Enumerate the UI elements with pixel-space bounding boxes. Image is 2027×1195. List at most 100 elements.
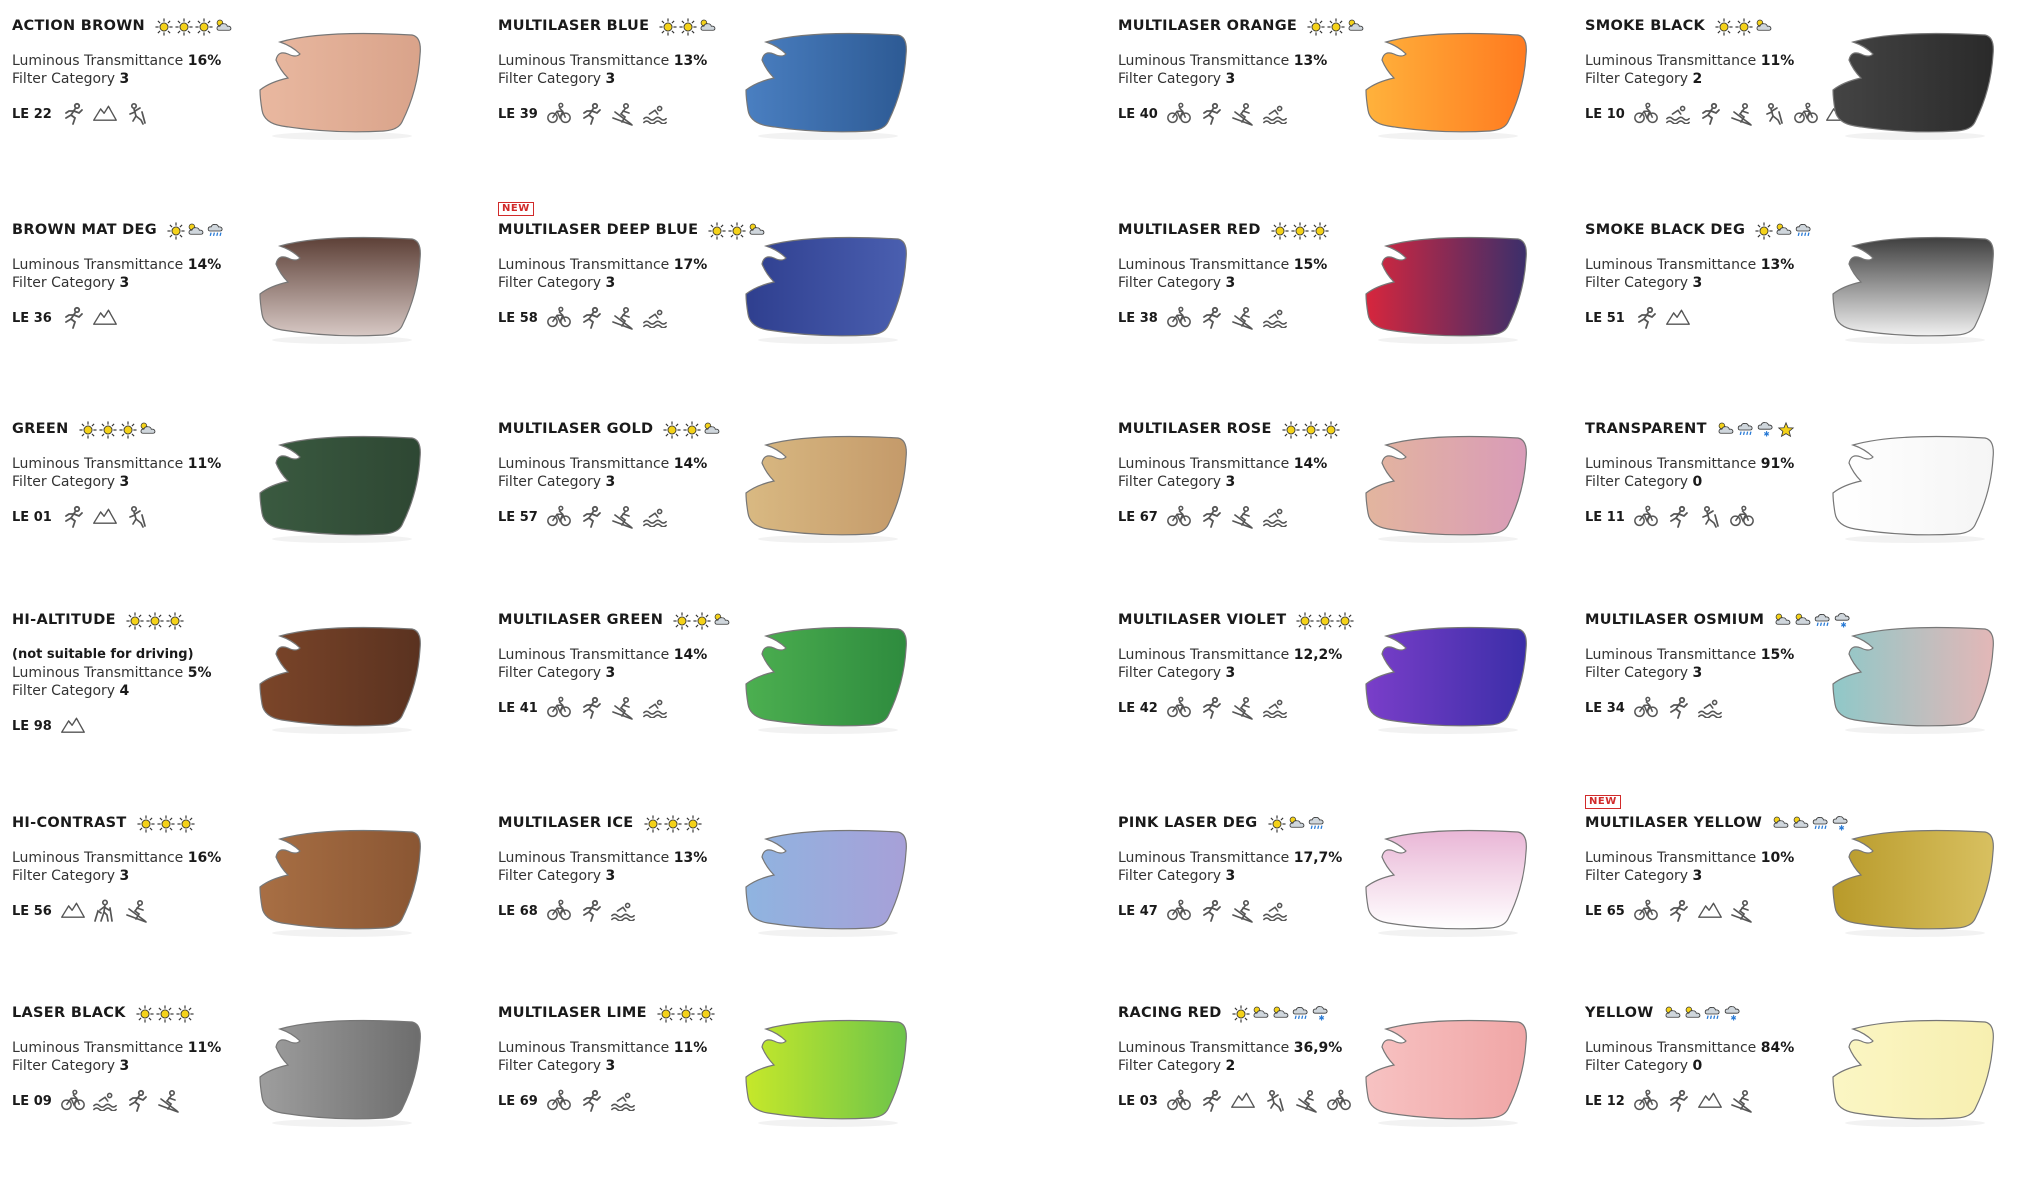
weather-conditions — [643, 815, 702, 833]
bike-icon — [1633, 1089, 1659, 1113]
lens-card[interactable]: LASER BLACK Luminous Transmittance 11% Fil… — [12, 1005, 482, 1195]
fc-value: 3 — [1225, 665, 1236, 681]
lens-card[interactable]: PINK LASER DEG Luminous Transmittance 17,… — [1118, 815, 1588, 1005]
lens-card[interactable]: MULTILASER OSMIUM ✱ Luminous Transmittance… — [1585, 612, 2027, 802]
climb-icon — [124, 505, 150, 529]
run-icon — [1665, 696, 1691, 720]
lens-image — [259, 435, 421, 543]
sun-icon — [659, 18, 677, 36]
sun-icon — [1327, 18, 1345, 36]
bike-icon — [1633, 102, 1659, 126]
bike-icon — [1166, 899, 1192, 923]
fc-label: Filter Category — [12, 474, 116, 490]
lt-value: 14% — [187, 257, 222, 273]
swim-icon — [92, 1089, 118, 1113]
run-icon — [60, 306, 86, 330]
sports-icons — [546, 1089, 636, 1113]
fc-label: Filter Category — [1118, 474, 1222, 490]
fc-value: 3 — [605, 71, 616, 87]
lens-card[interactable]: GREEN Luminous Transmittance 11% Filter Ca… — [12, 421, 482, 611]
lens-info: Luminous Transmittance 15% Filter Categor… — [1585, 646, 1794, 682]
fc-value: 3 — [1225, 474, 1236, 490]
lens-card[interactable]: SMOKE BLACK DEG Luminous Transmittance 13… — [1585, 222, 2027, 412]
lens-card[interactable]: ACTION BROWN Luminous Transmittance 16% Fi… — [12, 18, 482, 208]
lens-info: Luminous Transmittance 12,2% Filter Categ… — [1118, 646, 1342, 682]
lens-name: SMOKE BLACK DEG — [1585, 222, 1746, 238]
swim-icon — [610, 899, 636, 923]
lens-code: LE 42 — [1118, 700, 1158, 716]
rain-icon — [1704, 1005, 1722, 1021]
lens-name: ACTION BROWN — [12, 18, 145, 34]
lens-footer: LE 57 — [498, 505, 668, 529]
fc-label: Filter Category — [1118, 868, 1222, 884]
lens-card[interactable]: MULTILASER ORANGE Luminous Transmittance … — [1118, 18, 1588, 208]
cloud-icon — [699, 18, 717, 34]
lt-label: Luminous Transmittance — [498, 647, 670, 663]
lt-label: Luminous Transmittance — [1118, 456, 1290, 472]
luminous-transmittance: Luminous Transmittance 11% — [12, 455, 221, 473]
weather-conditions — [1271, 222, 1329, 240]
lens-card[interactable]: MULTILASER LIME Luminous Transmittance 11… — [498, 1005, 968, 1195]
sports-icons — [1633, 306, 1691, 330]
lens-card[interactable]: HI-ALTITUDE (not suitable for driving) Lum… — [12, 612, 482, 802]
cloud-icon — [713, 612, 731, 628]
lt-value: 5% — [187, 665, 212, 681]
lens-card[interactable]: HI-CONTRAST Luminous Transmittance 16% Fil… — [12, 815, 482, 1005]
luminous-transmittance: Luminous Transmittance 14% — [498, 646, 707, 664]
lens-code: LE 12 — [1585, 1093, 1625, 1109]
lens-info: Luminous Transmittance 17,7% Filter Categ… — [1118, 849, 1342, 885]
lens-header: MULTILASER LIME — [498, 1005, 715, 1023]
sun-icon — [176, 1005, 194, 1023]
lens-card[interactable]: RACING RED ✱ Luminous Transmittance 36,9% F… — [1118, 1005, 1588, 1195]
cloud-icon — [139, 421, 157, 437]
lt-value: 11% — [1760, 53, 1795, 69]
lens-card[interactable]: TRANSPARENT ✱ Luminous Transmittance 91% Fi… — [1585, 421, 2027, 611]
bike-icon — [1633, 899, 1659, 923]
lens-footer: LE 51 — [1585, 306, 1691, 330]
lt-label: Luminous Transmittance — [12, 665, 184, 681]
lt-value: 11% — [187, 456, 222, 472]
sun-icon — [118, 421, 137, 439]
lens-card[interactable]: SMOKE BLACK Luminous Transmittance 11% Fil… — [1585, 18, 2027, 208]
lens-name: MULTILASER ICE — [498, 815, 634, 831]
lt-value: 10% — [1760, 850, 1795, 866]
lens-info: Luminous Transmittance 11% Filter Categor… — [498, 1039, 707, 1075]
lens-card[interactable]: NEW MULTILASER DEEP BLUE Luminous Transmit… — [498, 202, 968, 412]
sports-icons — [1166, 505, 1288, 529]
lens-card[interactable]: NEW MULTILASER YELLOW ✱ Luminous Transmitta… — [1585, 795, 2027, 1005]
swim-icon — [1262, 102, 1288, 126]
lens-card[interactable]: MULTILASER GREEN Luminous Transmittance 1… — [498, 612, 968, 802]
lens-header: MULTILASER VIOLET — [1118, 612, 1354, 630]
sun-icon — [126, 612, 144, 630]
fc-label: Filter Category — [498, 275, 602, 291]
luminous-transmittance: Luminous Transmittance 14% — [498, 455, 707, 473]
sun-icon — [1307, 18, 1325, 36]
lens-name: HI-CONTRAST — [12, 815, 127, 831]
lens-card[interactable]: MULTILASER VIOLET Luminous Transmittance … — [1118, 612, 1588, 802]
ski-icon — [610, 505, 636, 529]
sun-icon — [1232, 1005, 1250, 1023]
luminous-transmittance: Luminous Transmittance 15% — [1585, 646, 1794, 664]
lens-card[interactable]: MULTILASER BLUE Luminous Transmittance 13… — [498, 18, 968, 208]
lens-code: LE 03 — [1118, 1093, 1158, 1109]
lens-info: Luminous Transmittance 16% Filter Categor… — [12, 849, 221, 885]
lens-card[interactable]: MULTILASER GOLD Luminous Transmittance 14… — [498, 421, 968, 611]
filter-category: Filter Category 2 — [1585, 70, 1794, 88]
fc-value: 3 — [1225, 71, 1236, 87]
lens-card[interactable]: MULTILASER ICE Luminous Transmittance 13%… — [498, 815, 968, 1005]
lens-card[interactable]: BROWN MAT DEG Luminous Transmittance 14% F… — [12, 222, 482, 412]
lens-card[interactable]: MULTILASER ROSE Luminous Transmittance 14… — [1118, 421, 1588, 611]
lens-name: TRANSPARENT — [1585, 421, 1707, 437]
lens-card[interactable]: MULTILASER RED Luminous Transmittance 15%… — [1118, 222, 1588, 412]
lens-name: HI-ALTITUDE — [12, 612, 116, 628]
mountain-icon — [92, 306, 118, 330]
filter-category: Filter Category 3 — [1118, 867, 1342, 885]
filter-category: Filter Category 3 — [12, 473, 221, 491]
lens-card[interactable]: YELLOW ✱ Luminous Transmittance 84% Filter … — [1585, 1005, 2027, 1195]
fc-value: 2 — [1692, 71, 1703, 87]
lens-image — [1365, 435, 1527, 543]
lens-footer: LE 11 — [1585, 505, 1755, 529]
cloud-icon — [1774, 612, 1792, 628]
lens-info: Luminous Transmittance 13% Filter Categor… — [498, 52, 707, 88]
cloud-icon — [187, 222, 205, 238]
